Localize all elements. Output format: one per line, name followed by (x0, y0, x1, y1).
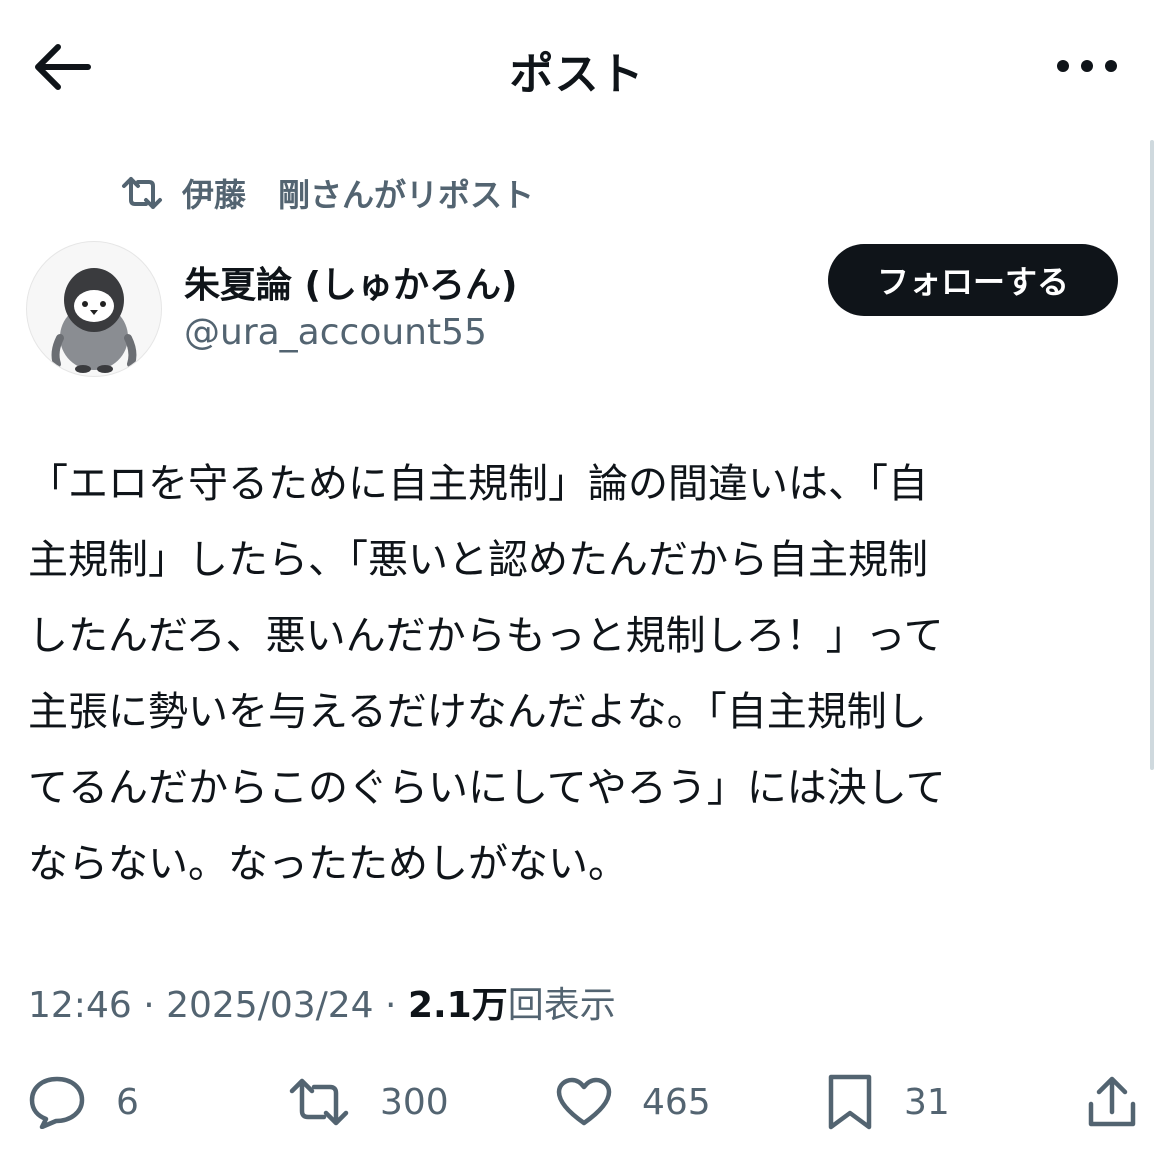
follow-button[interactable]: フォローする (828, 244, 1118, 316)
repost-icon (122, 177, 162, 209)
repost-icon (289, 1078, 349, 1126)
reply-count: 6 (116, 1081, 139, 1123)
repost-text: 伊藤 剛さんがリポスト (182, 176, 535, 214)
repost-context[interactable]: 伊藤 剛さんがリポスト (120, 170, 534, 216)
heart-icon (556, 1077, 612, 1126)
tweet-text: 「エロを守るために自主規制」論の間違いは、「自 主規制」したら、「悪いと認めたん… (28, 446, 1128, 902)
share-action[interactable] (1086, 1072, 1154, 1132)
tweet-line: 主規制」したら、「悪いと認めたんだから自主規制 (28, 537, 928, 583)
reply-icon (29, 1076, 85, 1129)
bookmark-icon (828, 1074, 872, 1130)
repost-action[interactable]: 300 (288, 1072, 449, 1132)
tweet-line: てるんだからこのぐらいにしてやろう」には決して (28, 765, 946, 811)
penguin-avatar-image (51, 268, 137, 373)
tweet-meta: 12:46 · 2025/03/24 · 2.1万回表示 (28, 976, 616, 1028)
meta-separator: · (131, 985, 167, 1026)
author-name[interactable]: 朱夏論 (しゅかろん) (184, 256, 517, 308)
view-label: 回表示 (507, 985, 616, 1026)
repost-count: 300 (380, 1081, 449, 1123)
like-count: 465 (642, 1081, 711, 1123)
tweet-line: したんだろ、悪いんだからもっと規制しろ！」って (28, 613, 944, 659)
share-icon (1088, 1076, 1136, 1127)
post-time[interactable]: 12:46 (28, 985, 132, 1026)
view-count: 2.1万 (407, 985, 508, 1026)
tweet-line: 「エロを守るために自主規制」論の間違いは、「自 (28, 461, 928, 507)
like-action[interactable]: 465 (556, 1072, 711, 1132)
reply-action[interactable]: 6 (28, 1072, 139, 1132)
page-title: ポスト (509, 49, 645, 100)
post-date[interactable]: 2025/03/24 (166, 985, 374, 1026)
meta-separator: · (373, 985, 408, 1026)
bookmark-action[interactable]: 31 (826, 1072, 950, 1132)
tweet-line: ならない。なったためしがない。 (28, 841, 628, 887)
author-handle[interactable]: @ura_account55 (184, 312, 487, 353)
tweet-line: 主張に勢いを与えるだけなんだよな。「自主規制し (28, 689, 927, 735)
scrollbar[interactable] (1150, 140, 1154, 770)
more-options-icon[interactable] (1052, 48, 1122, 84)
avatar[interactable] (26, 241, 162, 377)
bookmark-count: 31 (904, 1081, 950, 1123)
